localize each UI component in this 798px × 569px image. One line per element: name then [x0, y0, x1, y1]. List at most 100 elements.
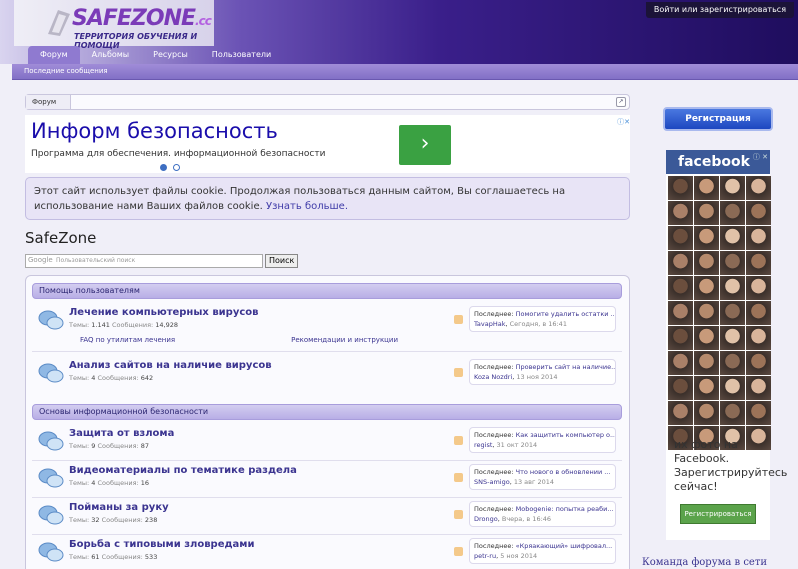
- profile-photo[interactable]: [668, 226, 693, 250]
- profile-photo[interactable]: [720, 226, 745, 250]
- rss-icon[interactable]: [454, 436, 463, 445]
- profile-photo[interactable]: [746, 176, 771, 200]
- rss-icon[interactable]: [454, 315, 463, 324]
- facebook-register-button[interactable]: Регистрироваться: [680, 504, 756, 524]
- last-post[interactable]: Последнее: Что нового в обновлении ... SN…: [469, 464, 616, 490]
- chat-bubbles-icon: [38, 505, 64, 525]
- category-header[interactable]: Основы информационной безопасности: [32, 404, 622, 420]
- breadcrumb: Форум ↗: [25, 94, 630, 110]
- ad-arrow-button[interactable]: ›: [399, 125, 451, 165]
- rss-icon[interactable]: [454, 510, 463, 519]
- forum-stats: Темы: 61 Сообщения: 533: [69, 553, 158, 561]
- profile-photo[interactable]: [694, 276, 719, 300]
- search-placeholder: Пользовательский поиск: [56, 257, 136, 264]
- profile-photo[interactable]: [668, 251, 693, 275]
- category-header[interactable]: Помощь пользователям: [32, 283, 622, 299]
- search-input[interactable]: Google Пользовательский поиск: [25, 254, 263, 268]
- last-post[interactable]: Последнее: Помогите удалить остатки ... T…: [469, 306, 616, 332]
- site-logo[interactable]: SAFEZONE.cc ТЕРРИТОРИЯ ОБУЧЕНИЯ И ПОМОЩИ: [14, 0, 214, 50]
- tab-albums[interactable]: Альбомы: [80, 46, 141, 64]
- profile-photo[interactable]: [720, 276, 745, 300]
- profile-photo[interactable]: [746, 201, 771, 225]
- tab-resources[interactable]: Ресурсы: [141, 46, 200, 64]
- last-post[interactable]: Последнее: Проверить сайт на наличие... K…: [469, 359, 616, 385]
- profile-photo[interactable]: [694, 376, 719, 400]
- ad-pager: [160, 164, 180, 171]
- ad-dot-active[interactable]: [160, 164, 167, 171]
- profile-photo[interactable]: [746, 351, 771, 375]
- profile-photo[interactable]: [668, 401, 693, 425]
- profile-photo[interactable]: [694, 326, 719, 350]
- profile-photo[interactable]: [668, 351, 693, 375]
- forum-node: Видеоматериалы по тематике раздела Темы:…: [32, 461, 622, 497]
- forum-title[interactable]: Анализ сайтов на наличие вирусов: [69, 360, 272, 371]
- forum-title[interactable]: Лечение компьютерных вирусов: [69, 307, 258, 318]
- profile-photo[interactable]: [694, 401, 719, 425]
- profile-photo[interactable]: [694, 301, 719, 325]
- subforum-link[interactable]: FAQ по утилитам лечения: [80, 336, 175, 344]
- profile-photo[interactable]: [668, 276, 693, 300]
- register-button[interactable]: Регистрация: [663, 107, 773, 131]
- profile-photo[interactable]: [720, 201, 745, 225]
- profile-photo[interactable]: [694, 251, 719, 275]
- tab-users[interactable]: Пользователи: [200, 46, 283, 64]
- forum-title[interactable]: Борьба с типовыми зловредами: [69, 539, 255, 550]
- chat-bubbles-icon: [38, 542, 64, 562]
- profile-photo[interactable]: [746, 326, 771, 350]
- ad-info-icon[interactable]: ⓘ✕: [612, 117, 630, 127]
- ad-banner[interactable]: Информ безопасность Программа для обеспе…: [25, 115, 630, 173]
- profile-photo[interactable]: [746, 301, 771, 325]
- profile-photo[interactable]: [746, 401, 771, 425]
- rss-icon[interactable]: [454, 547, 463, 556]
- rss-icon[interactable]: [454, 473, 463, 482]
- forum-title[interactable]: Защита от взлома: [69, 428, 174, 439]
- search-button[interactable]: Поиск: [265, 254, 299, 268]
- profile-photo[interactable]: [668, 176, 693, 200]
- page-title: SafeZone: [25, 229, 97, 247]
- profile-photo[interactable]: [694, 226, 719, 250]
- profile-photo[interactable]: [694, 176, 719, 200]
- latest-posts-link[interactable]: Последние сообщения: [24, 67, 108, 75]
- chat-bubbles-icon: [38, 310, 64, 330]
- profile-photo[interactable]: [668, 326, 693, 350]
- ad-title[interactable]: Информ безопасность: [31, 119, 278, 143]
- breadcrumb-forum[interactable]: Форум: [26, 95, 72, 109]
- profile-photo[interactable]: [720, 326, 745, 350]
- forum-stats: Темы: 4 Сообщения: 16: [69, 479, 150, 487]
- forum-node: Защита от взлома Темы: 9 Сообщения: 87 П…: [32, 424, 622, 460]
- forum-node: Борьба с типовыми зловредами Темы: 61 Со…: [32, 535, 622, 569]
- forum-stats: Темы: 1.141 Сообщения: 14,928: [69, 321, 178, 329]
- profile-photo[interactable]: [746, 276, 771, 300]
- last-post[interactable]: Последнее: «Кряакающий» шифровал... petr-…: [469, 538, 616, 564]
- last-post[interactable]: Последнее: Mobogenie: попытка реаби... Dr…: [469, 501, 616, 527]
- profile-photo[interactable]: [668, 201, 693, 225]
- profile-photo[interactable]: [746, 226, 771, 250]
- tab-forum[interactable]: Форум: [28, 46, 80, 64]
- profile-photo[interactable]: [720, 401, 745, 425]
- ad-dot[interactable]: [173, 164, 180, 171]
- profile-photo[interactable]: [720, 301, 745, 325]
- profile-photo[interactable]: [694, 351, 719, 375]
- forum-title[interactable]: Видеоматериалы по тематике раздела: [69, 465, 297, 476]
- forum-title[interactable]: Пойманы за руку: [69, 502, 169, 513]
- profile-photo[interactable]: [694, 201, 719, 225]
- profile-photo[interactable]: [720, 351, 745, 375]
- subforum-link[interactable]: Рекомендации и инструкции: [291, 336, 398, 344]
- subforum-links: FAQ по утилитам лечения Рекомендации и ин…: [80, 336, 514, 344]
- profile-photo[interactable]: [720, 176, 745, 200]
- chat-bubbles-icon: [38, 468, 64, 488]
- profile-photo[interactable]: [746, 251, 771, 275]
- logo-emblem-icon: [48, 10, 70, 36]
- last-post[interactable]: Последнее: Как защитить компьютер о... re…: [469, 427, 616, 453]
- profile-photo[interactable]: [668, 376, 693, 400]
- profile-photo[interactable]: [746, 376, 771, 400]
- cookie-learn-more-link[interactable]: Узнать больше.: [266, 201, 348, 212]
- profile-photo[interactable]: [720, 251, 745, 275]
- jump-icon[interactable]: ↗: [616, 97, 626, 107]
- close-icon[interactable]: ⓘ ✕: [753, 152, 768, 162]
- facebook-faces-grid: [666, 174, 771, 452]
- rss-icon[interactable]: [454, 368, 463, 377]
- profile-photo[interactable]: [720, 376, 745, 400]
- login-register-link[interactable]: Войти или зарегистрироваться: [645, 2, 794, 18]
- profile-photo[interactable]: [668, 301, 693, 325]
